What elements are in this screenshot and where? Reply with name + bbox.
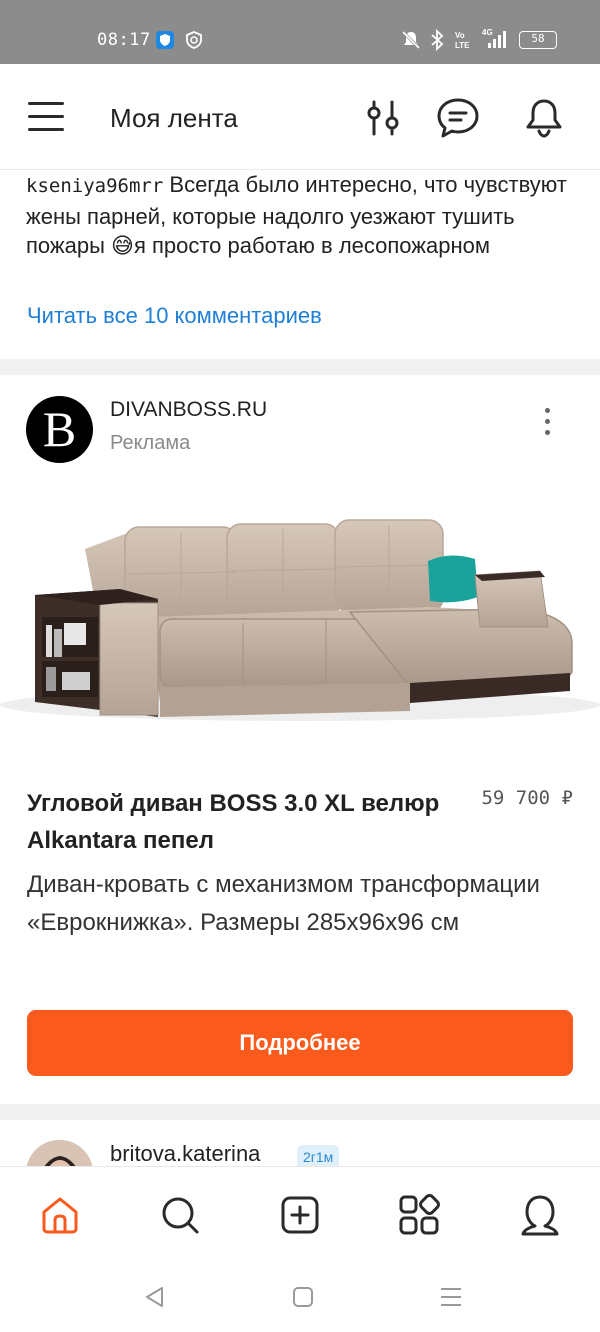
feed-divider [0, 359, 600, 375]
bottom-nav [0, 1166, 600, 1262]
more-options-icon[interactable] [540, 408, 554, 438]
advertiser-avatar[interactable]: B [26, 396, 93, 463]
product-title[interactable]: Угловой диван BOSS 3.0 XL велюр Alkantar… [27, 785, 447, 859]
add-icon[interactable] [278, 1193, 322, 1237]
back-icon[interactable] [142, 1284, 168, 1310]
search-icon[interactable] [158, 1193, 202, 1237]
read-all-comments-link[interactable]: Читать все 10 комментариев [27, 303, 322, 329]
product-image[interactable] [0, 477, 600, 765]
profile-icon[interactable] [518, 1193, 562, 1237]
clock-icon [186, 31, 202, 49]
home-square-icon[interactable] [290, 1284, 316, 1310]
product-price: 59 700 ₽ [481, 787, 573, 809]
mute-icon [401, 30, 421, 50]
system-nav [0, 1262, 600, 1332]
battery-level: 58 [531, 32, 545, 45]
apps-icon[interactable] [397, 1193, 441, 1237]
bell-icon[interactable] [522, 96, 566, 140]
bluetooth-icon [431, 29, 444, 51]
home-icon[interactable] [38, 1193, 82, 1237]
recents-icon[interactable] [438, 1284, 464, 1310]
shield-icon [156, 31, 174, 49]
avatar-letter: B [42, 401, 77, 457]
ad-label: Реклама [110, 432, 191, 454]
app-header: Моя лента [0, 64, 600, 170]
feed-divider [0, 1104, 600, 1120]
status-time: 08:17 [97, 30, 151, 50]
advertiser-name[interactable]: DIVANBOSS.RU [110, 398, 267, 422]
post-author[interactable]: britova.katerina [110, 1141, 260, 1167]
filter-icon[interactable] [361, 96, 405, 140]
product-description: Диван-кровать с механизмом трансформации… [27, 871, 540, 936]
comment-text: kseniya96mrr Всегда было интересно, что … [26, 170, 574, 261]
svg-text:LTE: LTE [455, 41, 470, 50]
battery-icon: 58 [519, 31, 557, 49]
details-button[interactable]: Подробнее [27, 1010, 573, 1076]
comment-username[interactable]: kseniya96mrr [26, 175, 163, 197]
svg-text:Vo: Vo [455, 31, 465, 40]
chat-icon[interactable] [436, 96, 480, 140]
svg-text:4G: 4G [482, 28, 493, 37]
page-title: Моя лента [110, 103, 238, 133]
volte-icon: Vo LTE [455, 31, 470, 50]
4g-signal-icon: 4G [482, 28, 506, 48]
status-bar: 08:17 Vo LTE 4G 58 [0, 0, 600, 64]
menu-icon[interactable] [28, 100, 64, 132]
